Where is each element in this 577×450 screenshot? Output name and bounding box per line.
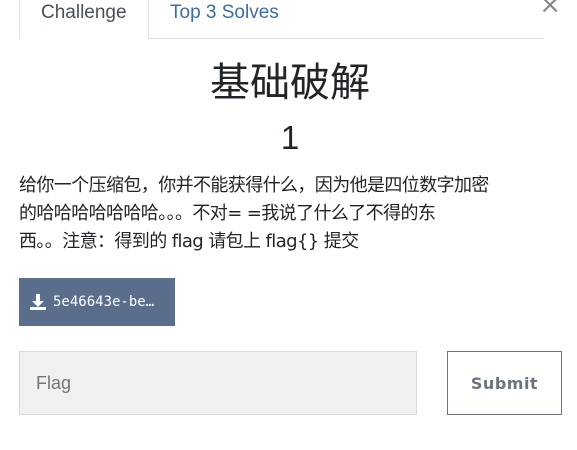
challenge-points: 1 xyxy=(280,119,300,156)
download-icon xyxy=(30,294,46,310)
tab-bar: Challenge Top 3 Solves xyxy=(19,0,544,39)
flag-input[interactable] xyxy=(19,351,417,415)
close-button[interactable]: × xyxy=(539,0,561,18)
file-name: 5e46643e-be… xyxy=(53,294,155,310)
challenge-modal: Challenge Top 3 Solves × 基础破解 1 给你一个压缩包，… xyxy=(0,0,577,450)
file-download-button[interactable]: 5e46643e-be… xyxy=(19,278,175,326)
description-line: 的哈哈哈哈哈哈哈。。。不对= =我说了什么了不得的东 xyxy=(19,203,436,224)
description-line: 西。。注意：得到的 flag 请包上 flag{} 提交 xyxy=(19,231,359,252)
challenge-title: 基础破解 xyxy=(210,60,370,106)
description-line: 给你一个压缩包，你并不能获得什么，因为他是四位数字加密 xyxy=(19,175,489,196)
challenge-description: 给你一个压缩包，你并不能获得什么，因为他是四位数字加密 的哈哈哈哈哈哈哈。。。不… xyxy=(19,172,569,256)
tab-challenge[interactable]: Challenge xyxy=(19,0,149,39)
submit-button[interactable]: Submit xyxy=(447,351,562,415)
tab-top-solves[interactable]: Top 3 Solves xyxy=(149,0,300,38)
